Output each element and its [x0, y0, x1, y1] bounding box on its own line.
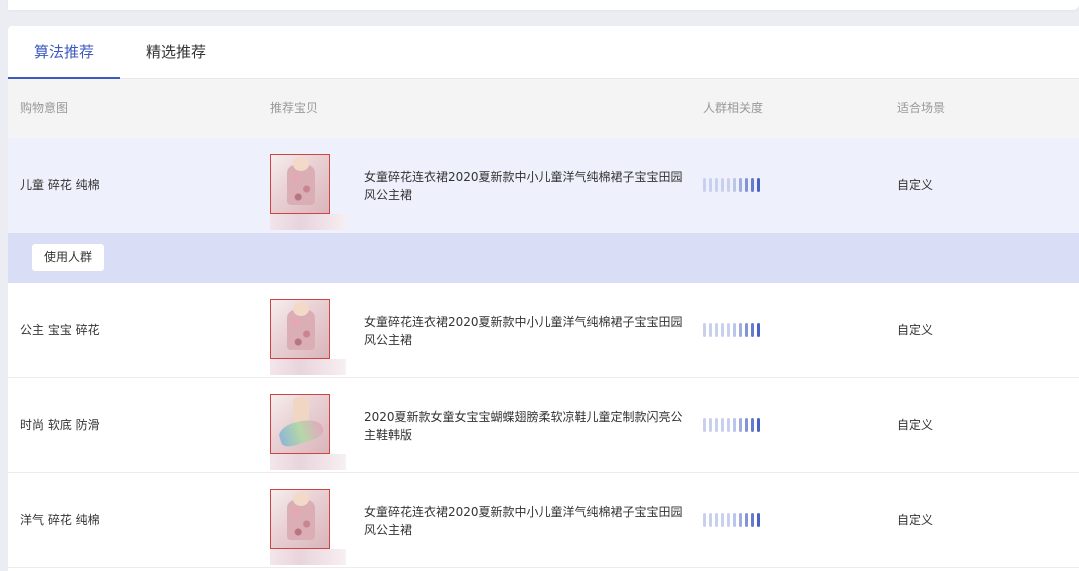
relevance-tick [703, 418, 706, 432]
relevance-tick [757, 513, 760, 527]
relevance-tick [733, 418, 736, 432]
relevance-tick [739, 323, 742, 337]
table-row[interactable]: 公主 宝宝 碎花 女童碎花连衣裙2020夏新款中小儿童洋气纯棉裙子宝宝田园风公主… [8, 283, 1079, 378]
tab-featured-recommend[interactable]: 精选推荐 [126, 26, 226, 78]
product-thumbnail[interactable] [270, 394, 330, 454]
relevance-meter [703, 513, 760, 527]
product-thumbnail[interactable] [270, 299, 330, 359]
table-row[interactable]: 儿童 碎花 纯棉 女童碎花连衣裙2020夏新款中小儿童洋气纯棉裙子宝宝田园风公主… [8, 138, 1079, 233]
table-row[interactable]: 时尚 软底 防滑 2020夏新款女童女宝宝蝴蝶翅膀柔软凉鞋儿童定制款闪亮公主鞋韩… [8, 378, 1079, 473]
column-header-product: 推荐宝贝 [270, 101, 319, 115]
product-title[interactable]: 2020夏新款女童女宝宝蝴蝶翅膀柔软凉鞋儿童定制款闪亮公主鞋韩版 [364, 408, 684, 444]
relevance-tick [715, 178, 718, 192]
model-legs [293, 397, 309, 423]
relevance-tick [709, 178, 712, 192]
relevance-tick [739, 418, 742, 432]
product-title[interactable]: 女童碎花连衣裙2020夏新款中小儿童洋气纯棉裙子宝宝田园风公主裙 [364, 313, 684, 349]
relevance-tick [727, 513, 730, 527]
tab-bar: 算法推荐 精选推荐 [8, 26, 1079, 79]
relevance-tick [703, 323, 706, 337]
column-header-relevance: 人群相关度 [703, 101, 764, 115]
relevance-tick [715, 418, 718, 432]
column-header-scene: 适合场景 [897, 101, 946, 115]
relevance-tick [715, 513, 718, 527]
use-crowd-button[interactable]: 使用人群 [32, 244, 105, 271]
relevance-tick [733, 513, 736, 527]
relevance-tick [715, 323, 718, 337]
product-title[interactable]: 女童碎花连衣裙2020夏新款中小儿童洋气纯棉裙子宝宝田园风公主裙 [364, 503, 684, 539]
product-title[interactable]: 女童碎花连衣裙2020夏新款中小儿童洋气纯棉裙子宝宝田园风公主裙 [364, 168, 684, 204]
top-card [8, 0, 1079, 10]
relevance-tick [721, 418, 724, 432]
relevance-tick [745, 513, 748, 527]
relevance-meter [703, 418, 760, 432]
scene-cell: 自定义 [897, 178, 934, 192]
model-head [293, 302, 309, 316]
intent-cell: 洋气 碎花 纯棉 [20, 513, 100, 527]
sandal-image [276, 414, 326, 450]
tab-algorithm-recommend[interactable]: 算法推荐 [8, 26, 120, 78]
intent-cell: 儿童 碎花 纯棉 [20, 178, 100, 192]
relevance-meter [703, 178, 760, 192]
relevance-tick [727, 323, 730, 337]
recommendation-panel: 算法推荐 精选推荐 购物意图 推荐宝贝 人群相关度 适合场景 儿童 碎花 纯棉 … [8, 26, 1079, 571]
product-thumbnail[interactable] [270, 489, 330, 549]
relevance-tick [751, 178, 754, 192]
relevance-meter [703, 323, 760, 337]
relevance-tick [739, 513, 742, 527]
relevance-tick [757, 178, 760, 192]
relevance-tick [733, 178, 736, 192]
relevance-tick [733, 323, 736, 337]
relevance-tick [727, 418, 730, 432]
relevance-tick [709, 323, 712, 337]
relevance-tick [703, 513, 706, 527]
relevance-tick [745, 178, 748, 192]
table-row[interactable]: 洋气 碎花 纯棉 女童碎花连衣裙2020夏新款中小儿童洋气纯棉裙子宝宝田园风公主… [8, 473, 1079, 568]
relevance-tick [709, 418, 712, 432]
model-head [293, 157, 309, 171]
scene-cell: 自定义 [897, 323, 934, 337]
product-thumbnail[interactable] [270, 154, 330, 214]
model-head [293, 492, 309, 506]
dress-image [287, 500, 315, 540]
dress-image [287, 310, 315, 350]
relevance-tick [709, 513, 712, 527]
relevance-tick [727, 178, 730, 192]
scene-cell: 自定义 [897, 418, 934, 432]
blurred-watermark [270, 214, 346, 230]
blurred-watermark [270, 359, 346, 375]
intent-cell: 时尚 软底 防滑 [20, 418, 100, 432]
relevance-tick [721, 323, 724, 337]
relevance-tick [751, 418, 754, 432]
relevance-tick [721, 513, 724, 527]
relevance-tick [757, 418, 760, 432]
intent-cell: 公主 宝宝 碎花 [20, 323, 100, 337]
scene-cell: 自定义 [897, 513, 934, 527]
relevance-tick [751, 513, 754, 527]
relevance-tick [751, 323, 754, 337]
blurred-watermark [270, 549, 346, 565]
relevance-tick [721, 178, 724, 192]
dress-image [287, 165, 315, 205]
relevance-tick [745, 323, 748, 337]
blurred-watermark [270, 454, 346, 470]
relevance-tick [745, 418, 748, 432]
relevance-tick [703, 178, 706, 192]
table-header: 购物意图 推荐宝贝 人群相关度 适合场景 [8, 79, 1079, 138]
column-header-intent: 购物意图 [20, 101, 69, 115]
relevance-tick [757, 323, 760, 337]
action-row: 使用人群 [8, 233, 1079, 283]
relevance-tick [739, 178, 742, 192]
